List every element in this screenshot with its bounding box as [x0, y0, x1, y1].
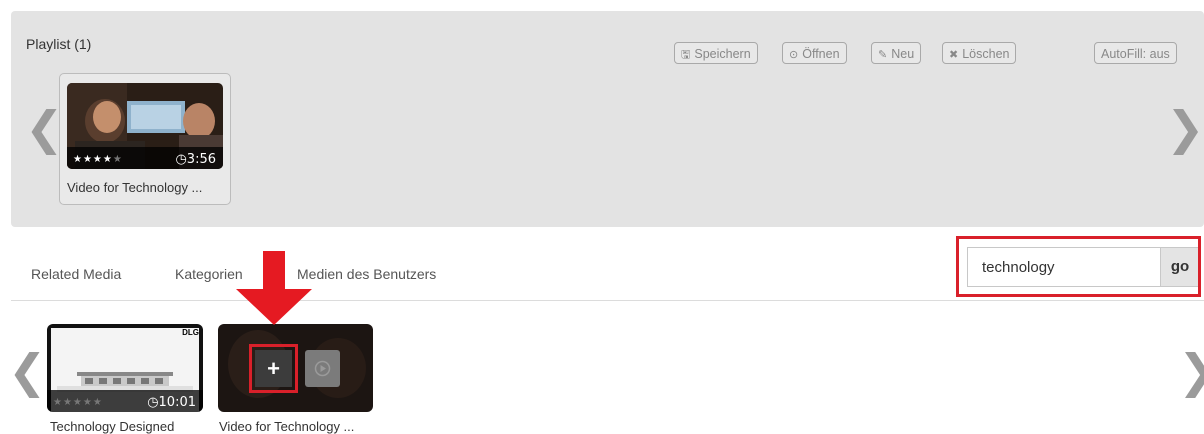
autofill-button[interactable]: AutoFill: aus [1094, 42, 1177, 64]
play-button[interactable] [305, 350, 340, 387]
chevron-left-icon[interactable]: ❮ [25, 105, 64, 151]
x-icon: ✖ [949, 49, 959, 61]
open-button[interactable]: ⊙ Öffnen [782, 42, 847, 64]
tab-categories[interactable]: Kategorien [175, 266, 243, 282]
chevron-right-icon[interactable]: ❯ [1178, 348, 1204, 394]
media-item-thumbnail[interactable]: DLG ★★★★★ ◷10:01 [47, 324, 203, 412]
delete-label: Löschen [962, 47, 1010, 61]
down-arrow-icon [236, 251, 312, 325]
playlist-item-title: Video for Technology ... [67, 180, 203, 195]
rating-filled: ★★★★ [73, 154, 113, 165]
new-label: Neu [891, 47, 915, 61]
autofill-label: AutoFill: aus [1101, 47, 1170, 61]
edit-icon: ✎ [878, 49, 888, 61]
playlist-title: Playlist (1) [26, 36, 92, 52]
new-button[interactable]: ✎ Neu [871, 42, 922, 64]
clock-icon: ◷ [175, 152, 187, 167]
floppy-icon: 🖫 [681, 49, 691, 61]
media-item-title: Video for Technology ... [219, 419, 355, 434]
rating-empty: ★ [112, 154, 123, 165]
clock-icon: ◷ [147, 395, 159, 410]
duration: ◷10:01 [147, 395, 196, 410]
thumb-overlay: ★★★★★ ◷10:01 [47, 390, 203, 412]
video-thumbnail: ★★★★★ ◷3:56 [67, 83, 223, 169]
delete-button[interactable]: ✖ Löschen [942, 42, 1017, 64]
save-label: Speichern [694, 47, 751, 61]
media-item-title: Technology Designed [50, 419, 175, 434]
thumb-overlay: ★★★★★ ◷3:56 [67, 147, 223, 169]
open-label: Öffnen [802, 47, 840, 61]
search-highlight-box [956, 236, 1201, 297]
add-button-highlight-box [249, 344, 298, 393]
tab-user-media[interactable]: Medien des Benutzers [297, 266, 436, 282]
duration: ◷3:56 [175, 152, 216, 167]
rating-stars: ★★★★★ [73, 154, 123, 165]
save-button[interactable]: 🖫 Speichern [674, 42, 758, 64]
playlist-item[interactable]: ★★★★★ ◷3:56 Video for Technology ... [59, 73, 231, 205]
play-circle-icon: ⊙ [789, 49, 799, 61]
tab-related-media[interactable]: Related Media [31, 266, 121, 282]
chevron-right-icon[interactable]: ❯ [1166, 105, 1204, 151]
dlg-logo: DLG [182, 328, 199, 337]
play-circle-icon [314, 360, 331, 377]
chevron-left-icon[interactable]: ❮ [8, 348, 47, 394]
duration-value: 3:56 [186, 152, 216, 167]
duration-value: 10:01 [158, 395, 196, 410]
rating-stars: ★★★★★ [53, 397, 103, 408]
